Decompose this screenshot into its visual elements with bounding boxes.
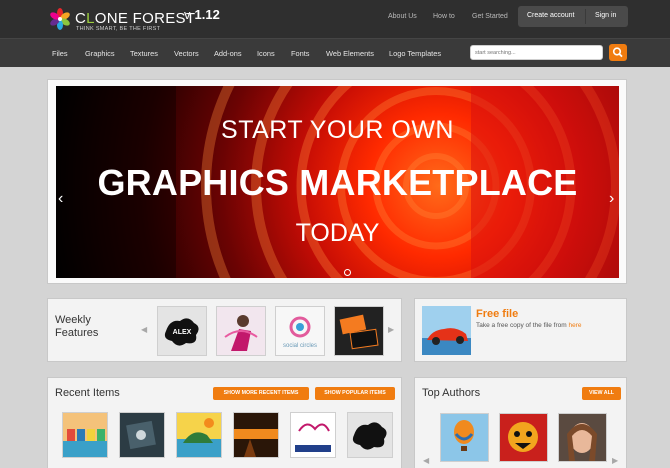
recent-items-title: Recent Items	[55, 387, 120, 399]
weekly-features-panel: Weekly Features ◀ ALEX social circles ▶	[47, 298, 402, 362]
dancer-photo-image	[217, 307, 265, 355]
woman-avatar-image	[559, 414, 606, 461]
weekly-features-title: Weekly Features	[55, 314, 125, 340]
graphic-capture-image	[291, 413, 335, 457]
beach-huts-image	[63, 413, 107, 457]
nav-item-vectors[interactable]: Vectors	[174, 49, 199, 58]
business-cards-image	[335, 307, 383, 355]
free-file-desc-text: Take a free copy of the file from	[476, 322, 567, 329]
stepping-out-image	[234, 413, 278, 457]
nav-item-icons[interactable]: Icons	[257, 49, 275, 58]
sign-in-button[interactable]: Sign in	[595, 12, 616, 19]
nav-item-fonts[interactable]: Fonts	[291, 49, 309, 58]
social-circles-image: social circles	[276, 307, 324, 355]
show-popular-button[interactable]: SHOW POPULAR ITEMS	[315, 387, 395, 400]
authors-next-icon[interactable]: ▶	[612, 456, 618, 465]
nav-item-logo-templates[interactable]: Logo Templates	[389, 49, 441, 58]
weekly-thumb-2[interactable]	[216, 306, 266, 356]
recent-thumb-5[interactable]	[290, 412, 336, 458]
island-scene-image	[177, 413, 221, 457]
create-account-button[interactable]: Create account	[527, 12, 574, 19]
weekly-title-line-2: Features	[55, 327, 99, 339]
nav-item-graphics[interactable]: Graphics	[85, 49, 115, 58]
show-more-recent-button[interactable]: SHOW MORE RECENT ITEMS	[213, 387, 309, 400]
recent-thumb-2[interactable]	[119, 412, 165, 458]
weekly-prev-icon[interactable]: ◀	[141, 325, 147, 334]
recent-thumb-1[interactable]	[62, 412, 108, 458]
recent-thumb-3[interactable]	[176, 412, 222, 458]
free-file-car-image[interactable]	[422, 306, 471, 355]
alex-thumb-label: ALEX	[173, 329, 192, 336]
version-prefix: v	[184, 7, 191, 22]
top-authors-title: Top Authors	[422, 387, 481, 399]
hero-line-2: GRAPHICS MARKETPLACE	[97, 162, 578, 203]
social-circles-thumb-label: social circles	[283, 343, 317, 349]
hero-banner[interactable]: START YOUR OWN GRAPHICS MARKETPLACE TODA…	[56, 86, 619, 278]
author-avatar-3[interactable]	[558, 413, 607, 462]
free-file-description: Take a free copy of the file from here	[476, 322, 582, 329]
view-all-authors-button[interactable]: VIEW ALL	[582, 387, 621, 400]
weekly-next-icon[interactable]: ▶	[388, 325, 394, 334]
logo-text-rest: ONE FOREST	[94, 10, 196, 27]
top-bar: CLONE FOREST THINK SMART, BE THE FIRST v…	[0, 0, 670, 38]
recent-items-panel: Recent Items SHOW MORE RECENT ITEMS SHOW…	[47, 377, 402, 468]
logo-flower-icon[interactable]	[49, 8, 71, 30]
free-file-panel: Free file Take a free copy of the file f…	[414, 298, 627, 362]
nav-item-textures[interactable]: Textures	[130, 49, 158, 58]
balloon-avatar-image	[441, 414, 488, 461]
how-to-link[interactable]: How to	[433, 13, 455, 20]
top-authors-panel: Top Authors VIEW ALL ◀ ▶	[414, 377, 627, 468]
free-file-here-link[interactable]: here	[569, 322, 582, 329]
weekly-thumb-4[interactable]	[334, 306, 384, 356]
hero-slider: START YOUR OWN GRAPHICS MARKETPLACE TODA…	[47, 79, 627, 284]
monster-avatar-image	[500, 414, 547, 461]
recent-thumb-4[interactable]	[233, 412, 279, 458]
authors-prev-icon[interactable]: ◀	[423, 456, 429, 465]
search-button[interactable]	[609, 44, 627, 61]
search-icon	[612, 47, 623, 58]
logo-wordmark[interactable]: CLONE FOREST	[75, 10, 195, 27]
slider-dot[interactable]	[344, 269, 351, 276]
logo-tagline: THINK SMART, BE THE FIRST	[76, 26, 161, 32]
version-label: v 1.12	[184, 7, 220, 22]
get-started-link[interactable]: Get Started	[472, 13, 508, 20]
author-avatar-2[interactable]	[499, 413, 548, 462]
nav-item-files[interactable]: Files	[52, 49, 68, 58]
author-avatar-1[interactable]	[440, 413, 489, 462]
search-input[interactable]	[470, 45, 603, 60]
nav-item-web-elements[interactable]: Web Elements	[326, 49, 374, 58]
free-file-title: Free file	[476, 308, 519, 320]
alex-splat-image: ALEX	[158, 307, 206, 355]
hero-line-1: START YOUR OWN	[221, 116, 454, 144]
version-number: 1.12	[194, 7, 220, 22]
weekly-thumb-1[interactable]: ALEX	[157, 306, 207, 356]
logo-letter-accent: L	[86, 10, 95, 27]
slider-next-icon[interactable]: ›	[609, 190, 614, 208]
logo-letter-c: C	[75, 10, 87, 27]
about-us-link[interactable]: About Us	[388, 13, 417, 20]
nav-item-add-ons[interactable]: Add-ons	[214, 49, 242, 58]
account-box: Create account Sign in	[518, 6, 628, 27]
weekly-thumb-3[interactable]: social circles	[275, 306, 325, 356]
dark-box-image	[120, 413, 164, 457]
main-nav: Files Graphics Textures Vectors Add-ons …	[0, 38, 670, 67]
hero-line-3: TODAY	[295, 219, 380, 247]
ink-splat-image	[348, 413, 392, 457]
account-divider	[585, 9, 586, 24]
recent-thumb-6[interactable]	[347, 412, 393, 458]
weekly-title-line-1: Weekly	[55, 314, 91, 326]
slider-prev-icon[interactable]: ‹	[58, 190, 63, 208]
